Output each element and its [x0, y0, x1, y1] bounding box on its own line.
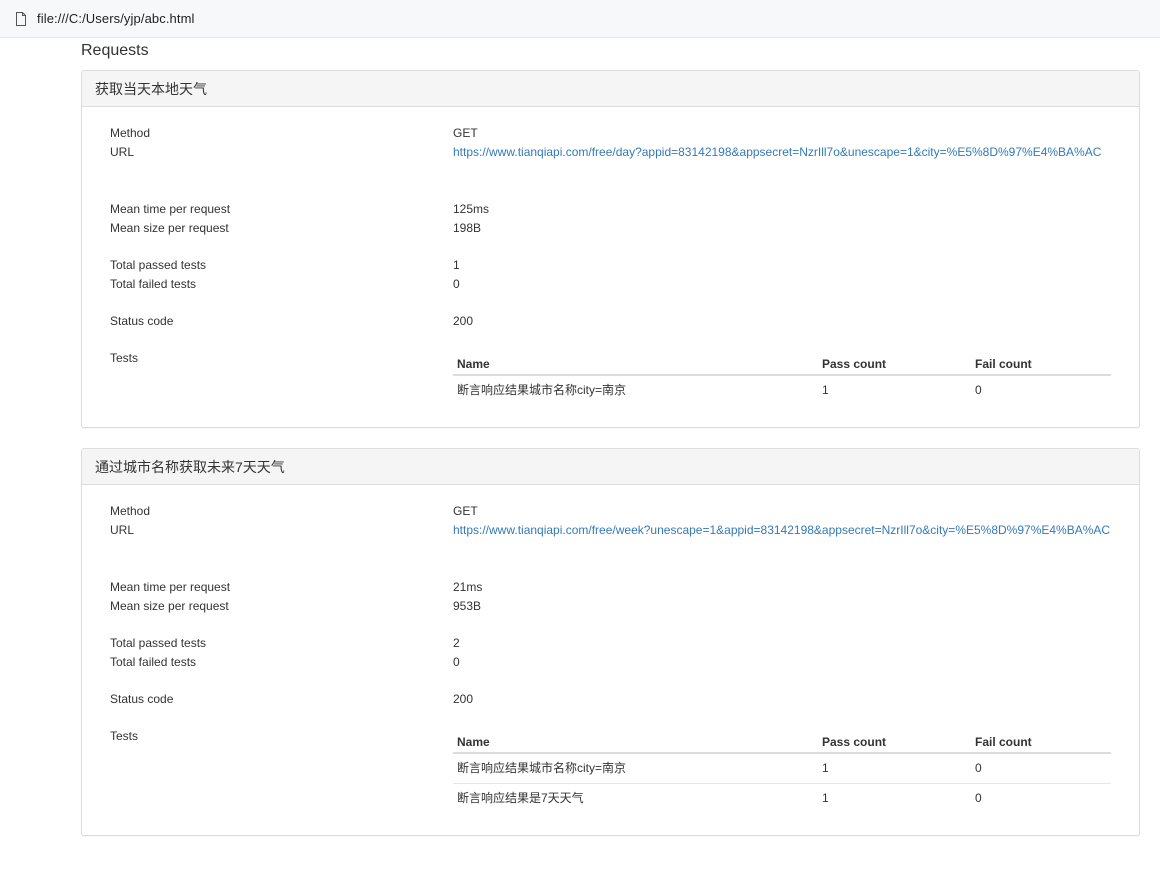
col-pass-header: Pass count	[818, 728, 971, 754]
mean-size-label: Mean size per request	[110, 221, 229, 235]
tests-table: Name Pass count Fail count 断言响应结果城市名称cit…	[453, 350, 1111, 405]
status-code-label: Status code	[110, 314, 174, 328]
test-fail-count: 0	[975, 383, 982, 397]
col-fail-header: Fail count	[971, 350, 1111, 376]
mean-time-value: 21ms	[453, 580, 483, 594]
section-title: Requests	[81, 42, 149, 59]
total-failed-value: 0	[453, 277, 460, 291]
table-row: 断言响应结果是7天天气 1 0	[453, 783, 1111, 813]
test-name: 断言响应结果是7天天气	[457, 790, 584, 805]
request-panel: 通过城市名称获取未来7天天气 Method GET URL https://ww…	[81, 448, 1140, 836]
request-title: 通过城市名称获取未来7天天气	[82, 449, 1139, 485]
test-fail-count: 0	[975, 790, 982, 805]
test-name: 断言响应结果城市名称city=南京	[457, 383, 627, 397]
address-bar[interactable]: file:///C:/Users/yjp/abc.html	[0, 0, 1160, 38]
status-code-label: Status code	[110, 692, 174, 706]
method-label: Method	[110, 504, 151, 518]
tests-table-header: Name Pass count Fail count	[453, 728, 1111, 754]
table-row: 断言响应结果城市名称city=南京 1 0	[453, 753, 1111, 784]
test-pass-count: 1	[822, 383, 829, 397]
test-fail-count: 0	[971, 753, 1111, 784]
total-passed-label: Total passed tests	[110, 636, 207, 650]
report-content: Requests 获取当天本地天气 Method GET URL https:/…	[81, 38, 1140, 856]
total-failed-value: 0	[453, 655, 460, 669]
address-url[interactable]: file:///C:/Users/yjp/abc.html	[37, 11, 195, 26]
method-value: GET	[453, 126, 478, 140]
mean-size-label: Mean size per request	[110, 599, 229, 613]
mean-time-value: 125ms	[453, 202, 490, 216]
tests-table: Name Pass count Fail count 断言响应结果城市名称cit…	[453, 728, 1111, 813]
mean-time-label: Mean time per request	[110, 202, 231, 216]
mean-size-value: 198B	[453, 221, 482, 235]
total-passed-label: Total passed tests	[110, 258, 207, 272]
test-pass-count: 1	[818, 753, 971, 784]
method-label: Method	[110, 126, 151, 140]
status-code-value: 200	[453, 314, 474, 328]
tests-table-header: Name Pass count Fail count	[453, 350, 1111, 376]
request-panel: 获取当天本地天气 Method GET URL https://www.tian…	[81, 70, 1140, 428]
mean-time-label: Mean time per request	[110, 580, 231, 594]
table-row: 断言响应结果城市名称city=南京 1 0	[453, 375, 1111, 405]
request-title: 获取当天本地天气	[82, 71, 1139, 107]
url-label: URL	[110, 523, 135, 537]
request-url-link[interactable]: https://www.tianqiapi.com/free/day?appid…	[453, 145, 1101, 159]
method-value: GET	[453, 504, 478, 518]
total-passed-value: 2	[453, 636, 460, 650]
col-pass-header: Pass count	[818, 350, 971, 376]
mean-size-value: 953B	[453, 599, 482, 613]
url-label: URL	[110, 145, 135, 159]
request-url-link[interactable]: https://www.tianqiapi.com/free/week?unes…	[453, 523, 1110, 537]
status-code-value: 200	[453, 692, 474, 706]
col-name-header: Name	[453, 728, 818, 754]
test-name: 断言响应结果城市名称city=南京	[453, 753, 818, 784]
page-icon	[15, 11, 27, 26]
total-failed-label: Total failed tests	[110, 655, 197, 669]
col-name-header: Name	[453, 350, 818, 376]
tests-label: Tests	[110, 729, 139, 743]
col-fail-header: Fail count	[971, 728, 1111, 754]
test-pass-count: 1	[822, 790, 829, 805]
tests-label: Tests	[110, 351, 139, 365]
total-failed-label: Total failed tests	[110, 277, 197, 291]
total-passed-value: 1	[453, 258, 460, 272]
